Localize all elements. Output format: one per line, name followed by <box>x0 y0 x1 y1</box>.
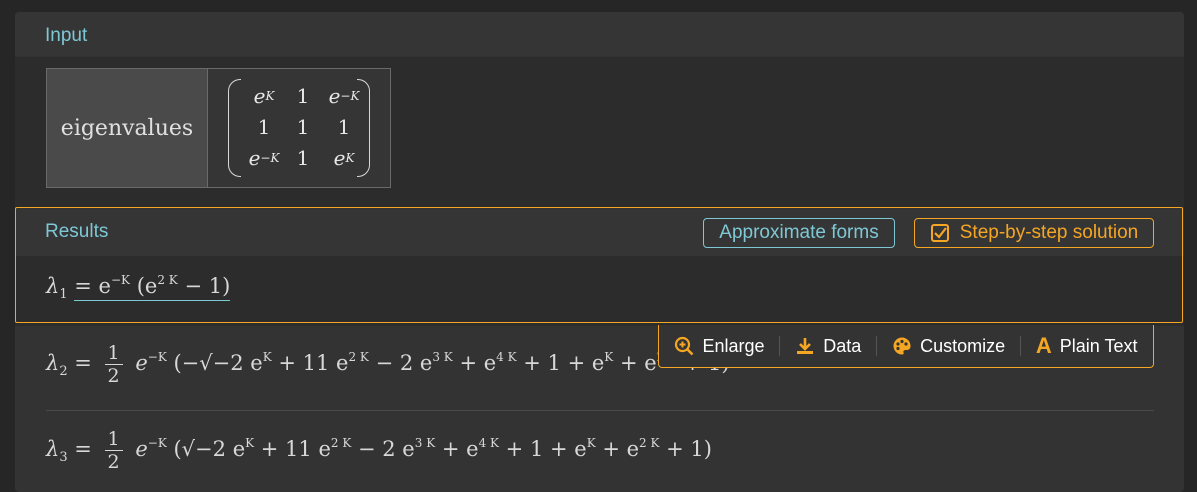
result-toolbar: Enlarge Data Customize A Plain Text <box>658 325 1154 368</box>
toolbar-separator <box>876 336 878 356</box>
input-title: Input <box>45 25 88 46</box>
matrix-cell: 1 <box>337 114 351 139</box>
result-lambda-1[interactable]: λ1 = e−K (e2 K − 1) <box>46 273 231 302</box>
zoom-in-icon <box>675 336 694 356</box>
result-lambda-2[interactable]: λ2 = 12 e−K (−√−2 eK + 11 e2 K − 2 e3 K … <box>46 342 730 387</box>
matrix-cell: e −K <box>248 145 280 170</box>
step-by-step-button[interactable]: Step-by-step solution <box>914 218 1154 248</box>
step-by-step-label: Step-by-step solution <box>959 222 1139 243</box>
result-lambda-3[interactable]: λ3 = 12 e−K (√−2 eK + 11 e2 K − 2 e3 K +… <box>46 428 712 473</box>
toolbar-separator <box>779 336 781 356</box>
toolbar-separator <box>1020 336 1021 356</box>
pod-card: Input eigenvalues eK 1 e −K 1 1 1 e −K 1 e… <box>15 12 1184 492</box>
text-a-icon: A <box>1035 333 1052 358</box>
fraction-half: 12 <box>104 428 123 473</box>
matrix-left-paren <box>228 79 241 177</box>
fraction-half: 12 <box>104 342 123 387</box>
matrix-grid: eK 1 e −K 1 1 1 e −K 1 eK <box>244 80 366 173</box>
input-table: eigenvalues eK 1 e −K 1 1 1 e −K 1 eK <box>46 68 391 188</box>
matrix-cell: e −K <box>328 83 360 108</box>
matrix-cell: 1 <box>257 114 271 139</box>
enlarge-button[interactable]: Enlarge <box>674 336 764 357</box>
approximate-forms-button[interactable]: Approximate forms <box>703 218 895 248</box>
palette-icon <box>893 337 911 355</box>
input-label: eigenvalues <box>47 69 208 187</box>
matrix-cell: 1 <box>296 83 310 108</box>
matrix-cell: 1 <box>296 114 310 139</box>
results-title: Results <box>45 221 109 242</box>
matrix-cell: eK <box>253 83 275 108</box>
customize-button[interactable]: Customize <box>892 336 1005 357</box>
input-header: Input <box>15 12 1184 56</box>
download-icon <box>797 338 814 354</box>
plain-text-button[interactable]: A Plain Text <box>1036 333 1138 359</box>
result-divider <box>46 410 1154 411</box>
matrix-cell: eK <box>333 145 355 170</box>
matrix-cell: 1 <box>296 145 310 170</box>
checkbox-icon <box>930 224 949 242</box>
matrix: eK 1 e −K 1 1 1 e −K 1 eK <box>208 69 390 187</box>
data-button[interactable]: Data <box>795 336 861 357</box>
